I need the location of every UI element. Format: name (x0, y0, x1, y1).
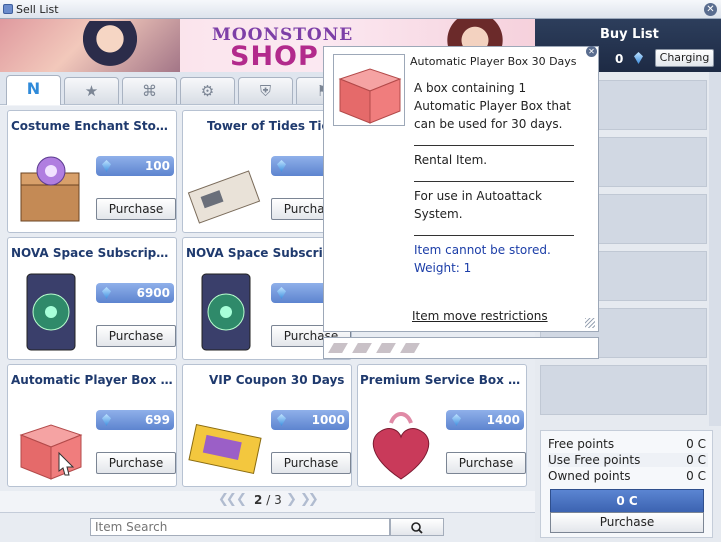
player-box-icon (338, 68, 402, 124)
star-icon: ★ (84, 82, 99, 100)
shield-icon: ⛨ (259, 82, 272, 100)
first-page-icon[interactable]: ❮❮ (218, 492, 237, 507)
page-total: 3 (274, 493, 282, 507)
price-value: 1400 (486, 413, 520, 427)
gem-icon (102, 414, 111, 426)
price-value: 1000 (311, 413, 345, 427)
page-separator: / (266, 493, 271, 507)
purchase-button[interactable]: Purchase (446, 452, 526, 474)
item-name: NOVA Space Subscription C... (11, 246, 173, 260)
total-cost: 0 C (550, 489, 704, 513)
tab-shield[interactable]: ⛨ (238, 77, 293, 104)
gift-icon: ⌘ (142, 82, 157, 100)
owned-points-value: 0 C (686, 469, 706, 483)
item-name: Automatic Player Box 30 Da... (11, 373, 173, 387)
tooltip-weight: Weight: 1 (414, 261, 472, 275)
ticket-icon (187, 170, 261, 224)
purchase-button[interactable]: Purchase (271, 452, 351, 474)
vip-coupon-icon (188, 423, 262, 475)
close-icon[interactable]: ✕ (704, 3, 717, 16)
buy-list-scrollbar[interactable] (709, 72, 721, 426)
prev-page-icon[interactable]: ❮ (236, 492, 247, 507)
tooltip-use-2: System. (414, 207, 463, 221)
tooltip-image (333, 54, 405, 126)
tooltip-storage: Item cannot be stored. (414, 243, 551, 257)
tooltip-divider (414, 181, 574, 182)
purchase-button[interactable]: Purchase (96, 452, 176, 474)
tooltip-close-icon[interactable]: ✕ (586, 46, 597, 57)
gem-icon (452, 414, 461, 426)
tooltip-desc-1: A box containing 1 (414, 81, 527, 95)
window-icon (3, 4, 13, 14)
gem-icon (277, 287, 286, 299)
item-name: Premium Service Box (30 D... (360, 373, 522, 387)
price-tag: 699 (96, 410, 174, 430)
price-value: 100 (144, 159, 170, 173)
item-name: Costume Enchant Stone Sy... (11, 119, 173, 133)
subscription-card-icon (26, 273, 76, 351)
shop-logo-bottom: SHOP (230, 41, 319, 72)
buy-purchase-button[interactable]: Purchase (550, 512, 704, 533)
tab-tool[interactable]: ⚙ (180, 77, 235, 104)
tooltip-desc-2: Automatic Player Box that (414, 99, 572, 113)
search-input[interactable] (90, 518, 390, 536)
buy-list-title: Buy List (600, 27, 659, 42)
tooltip-use-1: For use in Autoattack (414, 189, 542, 203)
gem-icon (102, 287, 111, 299)
price-value: 699 (144, 413, 170, 427)
tooltip-divider (414, 235, 574, 236)
heart-box-icon (372, 412, 430, 480)
banner-character-left (80, 21, 140, 72)
item-card[interactable]: NOVA Space Subscription C... 6900 Purcha… (7, 237, 177, 360)
price-tag: 1000 (271, 410, 349, 430)
subscription-card-icon (201, 273, 251, 351)
tool-icon: ⚙ (200, 82, 215, 100)
item-name: VIP Coupon 30 Days (209, 373, 345, 387)
item-card[interactable]: VIP Coupon 30 Days 1000 Purchase (182, 364, 352, 487)
tab-star[interactable]: ★ (64, 77, 119, 104)
search-button[interactable] (390, 518, 444, 536)
use-free-points-value: 0 C (686, 453, 706, 467)
purchase-button[interactable]: Purchase (96, 325, 176, 347)
resize-grip-icon[interactable] (585, 318, 595, 328)
tab-gift[interactable]: ⌘ (122, 77, 177, 104)
buy-list-slot[interactable] (540, 365, 707, 415)
item-move-restrictions-link[interactable]: Item move restrictions (412, 309, 548, 323)
titlebar[interactable]: Sell List ✕ (0, 0, 721, 19)
free-points-value: 0 C (686, 437, 706, 451)
tooltip-rental: Rental Item. (414, 153, 488, 167)
price-tag: 6900 (96, 283, 174, 303)
next-page-icon[interactable]: ❯ (286, 492, 297, 507)
page-indicator: 2 / 3 (254, 493, 282, 511)
price-value: 6900 (136, 286, 170, 300)
window-title: Sell List (16, 3, 59, 16)
enchant-stone-box-icon (20, 156, 80, 222)
tooltip-desc-3: can be used for 30 days. (414, 117, 563, 131)
tab-new[interactable]: N (6, 75, 61, 105)
sell-list-window: Sell List ✕ MOONSTONE SHOP Buy List 0 Ch… (0, 0, 721, 542)
item-card[interactable]: Premium Service Box (30 D... 1400 Purcha… (357, 364, 527, 487)
price-tag: 100 (96, 156, 174, 176)
page-current: 2 (254, 493, 263, 507)
last-page-icon[interactable]: ❯❯ (300, 492, 319, 507)
free-points-label: Free points (548, 437, 615, 451)
buy-list-count: 0 (615, 52, 624, 66)
item-card[interactable]: Automatic Player Box 30 Da... 699 Purcha… (7, 364, 177, 487)
price-tag: 1400 (446, 410, 524, 430)
player-box-icon (19, 424, 83, 480)
gem-icon (277, 414, 286, 426)
charging-button[interactable]: Charging (655, 49, 714, 67)
search-icon (411, 522, 423, 534)
item-card[interactable]: Costume Enchant Stone Sy... 100 Purchase (7, 110, 177, 233)
owned-points-label: Owned points (548, 469, 631, 483)
tooltip-title: Automatic Player Box 30 Days (410, 55, 577, 68)
gem-icon (102, 160, 111, 172)
gem-icon (277, 160, 286, 172)
tooltip-divider (414, 145, 574, 146)
purchase-button[interactable]: Purchase (96, 198, 176, 220)
